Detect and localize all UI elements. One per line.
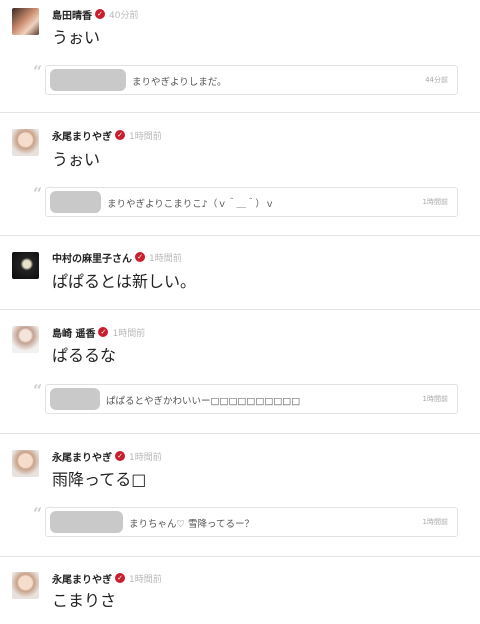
post-item: 中村の麻里子さん ✓ 1時間前 ぱぱるとは新しい。 bbox=[0, 236, 480, 310]
blurred-avatar bbox=[50, 388, 100, 410]
author-name[interactable]: 島田晴香 bbox=[52, 7, 92, 22]
post-header: 永尾まりやぎ ✓ 1時間前 bbox=[52, 571, 162, 586]
post-header: 島田晴香 ✓ 40分前 bbox=[52, 7, 139, 22]
quote-time: 1時間前 bbox=[422, 518, 448, 526]
avatar[interactable] bbox=[12, 572, 39, 599]
post-message: こまりさ bbox=[52, 591, 117, 610]
quote-time: 44分前 bbox=[425, 76, 448, 84]
quote-icon: “ bbox=[33, 184, 43, 203]
author-name[interactable]: 永尾まりやぎ bbox=[52, 128, 112, 143]
post-header: 中村の麻里子さん ✓ 1時間前 bbox=[52, 250, 182, 265]
post-time: 1時間前 bbox=[112, 328, 146, 339]
post-item: 永尾まりやぎ ✓ 1時間前 雨降ってる□ “ まりちゃん♡ 雪降ってるー？ 1時… bbox=[0, 434, 480, 557]
quoted-reply[interactable]: まりやぎよりこまりこ♪（ｖ＾＿＾）ｖ 1時間前 bbox=[45, 187, 458, 217]
blurred-avatar bbox=[50, 511, 123, 533]
post-item: 永尾まりやぎ ✓ 1時間前 うぉい “ まりやぎよりこまりこ♪（ｖ＾＿＾）ｖ 1… bbox=[0, 113, 480, 236]
quoted-reply[interactable]: まりやぎよりしまだ。 44分前 bbox=[45, 65, 458, 95]
post-message: 雨降ってる□ bbox=[52, 470, 147, 489]
post-message: うぉい bbox=[52, 28, 101, 47]
post-message: うぉい bbox=[52, 150, 101, 169]
avatar[interactable] bbox=[12, 8, 39, 35]
post-message: ぱるるな bbox=[52, 346, 117, 365]
avatar[interactable] bbox=[12, 129, 39, 156]
author-name[interactable]: 永尾まりやぎ bbox=[52, 571, 112, 586]
quote-text: ぱぱるとやぎかわいいー□□□□□□□□□□ bbox=[106, 396, 301, 407]
post-header: 島崎 遥香 ✓ 1時間前 bbox=[52, 325, 146, 340]
quote-time: 1時間前 bbox=[422, 395, 448, 403]
quote-icon: “ bbox=[33, 504, 43, 523]
avatar[interactable] bbox=[12, 326, 39, 353]
quote-text: まりちゃん♡ 雪降ってるー？ bbox=[129, 519, 255, 530]
post-time: 1時間前 bbox=[149, 253, 182, 264]
post-header: 永尾まりやぎ ✓ 1時間前 bbox=[52, 128, 162, 143]
author-name[interactable]: 中村の麻里子さん bbox=[52, 250, 132, 265]
post-item: 島崎 遥香 ✓ 1時間前 ぱるるな “ ぱぱるとやぎかわいいー□□□□□□□□□… bbox=[0, 310, 480, 434]
quote-time: 1時間前 bbox=[422, 198, 448, 206]
check-badge-icon: ✓ bbox=[95, 9, 105, 19]
author-name[interactable]: 島崎 遥香 bbox=[52, 325, 95, 340]
avatar[interactable] bbox=[12, 252, 39, 279]
post-message: ぱぱるとは新しい。 bbox=[52, 272, 197, 291]
post-time: 1時間前 bbox=[129, 131, 162, 142]
post-item: 島田晴香 ✓ 40分前 うぉい “ まりやぎよりしまだ。 44分前 bbox=[0, 0, 480, 113]
author-name[interactable]: 永尾まりやぎ bbox=[52, 449, 112, 464]
quote-text: まりやぎよりこまりこ♪（ｖ＾＿＾）ｖ bbox=[107, 199, 275, 210]
post-header: 永尾まりやぎ ✓ 1時間前 bbox=[52, 449, 162, 464]
post-time: 1時間前 bbox=[129, 574, 162, 585]
avatar[interactable] bbox=[12, 450, 39, 477]
blurred-avatar bbox=[50, 191, 101, 213]
blurred-avatar bbox=[50, 69, 126, 91]
post-time: 40分前 bbox=[109, 10, 139, 21]
check-badge-icon: ✓ bbox=[115, 451, 125, 461]
quote-text: まりやぎよりしまだ。 bbox=[132, 77, 227, 88]
post-time: 1時間前 bbox=[129, 452, 162, 463]
check-badge-icon: ✓ bbox=[98, 327, 109, 337]
check-badge-icon: ✓ bbox=[115, 130, 125, 140]
quote-icon: “ bbox=[33, 62, 43, 81]
quote-icon: “ bbox=[33, 381, 43, 400]
quoted-reply[interactable]: まりちゃん♡ 雪降ってるー？ 1時間前 bbox=[45, 507, 458, 537]
check-badge-icon: ✓ bbox=[135, 252, 145, 262]
quoted-reply[interactable]: ぱぱるとやぎかわいいー□□□□□□□□□□ 1時間前 bbox=[45, 384, 458, 414]
check-badge-icon: ✓ bbox=[115, 573, 125, 583]
comment-feed: 島田晴香 ✓ 40分前 うぉい “ まりやぎよりしまだ。 44分前 永尾まりやぎ… bbox=[0, 0, 480, 624]
post-item: 永尾まりやぎ ✓ 1時間前 こまりさ bbox=[0, 557, 480, 624]
